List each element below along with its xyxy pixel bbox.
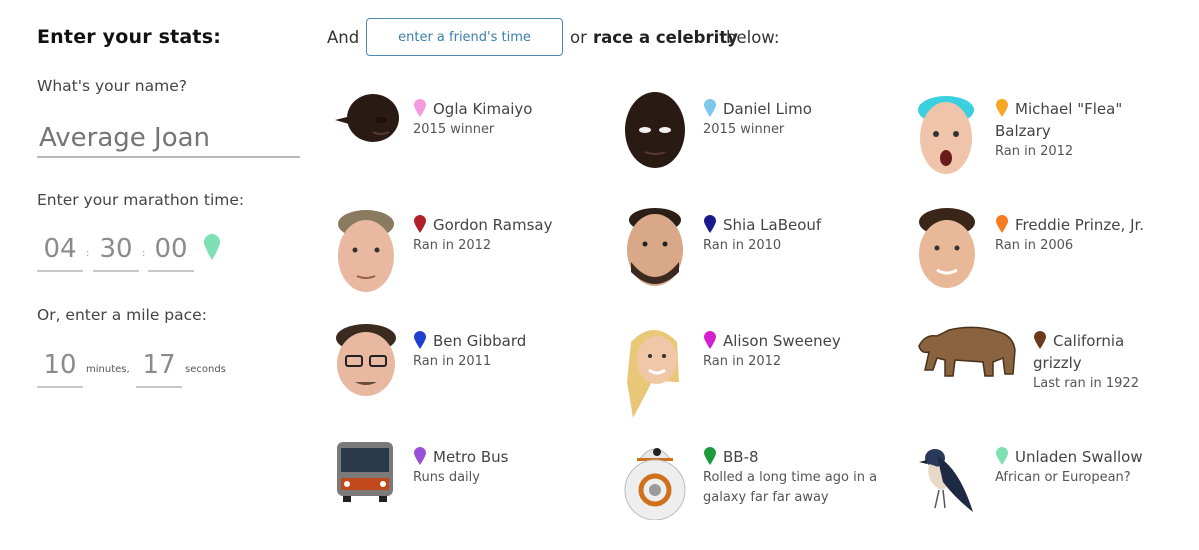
celebrity-subtitle: Ran in 2011 xyxy=(413,354,492,369)
pace-minutes-unit: minutes, xyxy=(86,364,130,375)
celebrity-name: Daniel Limo xyxy=(723,100,812,118)
map-pin-icon xyxy=(414,99,426,117)
celebrity-card-michael-flea-balzary[interactable]: Michael "Flea" Balzary Ran in 2012 xyxy=(915,90,1185,190)
map-pin-icon xyxy=(996,447,1008,465)
map-pin-icon xyxy=(414,215,426,233)
enter-friend-time-button[interactable]: enter a friend's time xyxy=(366,18,563,56)
celebrity-card-freddie-prinze-jr[interactable]: Freddie Prinze, Jr. Ran in 2006 xyxy=(915,206,1185,306)
celebrity-name: Ogla Kimaiyo xyxy=(433,100,533,118)
celebrity-card-ogla-kimaiyo[interactable]: Ogla Kimaiyo 2015 winner xyxy=(333,90,603,190)
celebrity-card-daniel-limo[interactable]: Daniel Limo 2015 winner xyxy=(623,90,893,190)
seconds-input[interactable]: 00 xyxy=(148,234,194,272)
celebrity-card-shia-labeouf[interactable]: Shia LaBeouf Ran in 2010 xyxy=(623,206,893,306)
celebrity-face-icon xyxy=(919,208,975,288)
bus-icon xyxy=(337,442,393,502)
celebrity-name: BB-8 xyxy=(723,448,759,466)
map-pin-icon xyxy=(996,215,1008,233)
runner-face-icon xyxy=(335,94,399,142)
map-pin-icon xyxy=(414,331,426,349)
celebrity-subtitle: Ran in 2012 xyxy=(995,144,1074,159)
celebrity-name: Shia LaBeouf xyxy=(723,216,822,234)
celebrity-card-unladen-swallow[interactable]: Unladen Swallow African or European? xyxy=(915,438,1185,538)
hours-input[interactable]: 04 xyxy=(37,234,83,272)
celebrity-subtitle: Ran in 2012 xyxy=(703,354,782,369)
map-pin-icon xyxy=(704,215,716,233)
celebrity-subtitle: Rolled a long time ago in a galaxy far f… xyxy=(703,470,878,505)
celebrity-name: Ben Gibbard xyxy=(433,332,527,350)
celebrity-name: Gordon Ramsay xyxy=(433,216,553,234)
celebrity-name: Unladen Swallow xyxy=(1015,448,1143,466)
stats-title: Enter your stats: xyxy=(37,26,222,48)
celebrity-name: Michael "Flea" Balzary xyxy=(995,100,1123,140)
celebrity-subtitle: African or European? xyxy=(995,470,1131,485)
celebrity-name: Freddie Prinze, Jr. xyxy=(1015,216,1145,234)
pace-minutes-input[interactable]: 10 xyxy=(37,350,83,388)
pace-seconds-unit: seconds xyxy=(185,364,226,375)
swallow-bird-icon xyxy=(919,449,973,512)
or-text: or xyxy=(570,28,587,47)
minutes-input[interactable]: 30 xyxy=(93,234,139,272)
marathon-time-label: Enter your marathon time: xyxy=(37,191,245,209)
grizzly-bear-icon xyxy=(918,326,1016,377)
runner-face-icon xyxy=(625,92,685,168)
celebrity-name: Metro Bus xyxy=(433,448,509,466)
celebrity-card-gordon-ramsay[interactable]: Gordon Ramsay Ran in 2012 xyxy=(333,206,603,306)
time-colon: : xyxy=(142,248,146,259)
map-pin-icon xyxy=(704,331,716,349)
name-label: What's your name? xyxy=(37,77,187,95)
name-input[interactable] xyxy=(37,120,300,158)
below-text: below: xyxy=(726,28,780,47)
celebrity-card-bb-8[interactable]: BB-8 Rolled a long time ago in a galaxy … xyxy=(623,438,893,538)
celebrity-subtitle: Ran in 2006 xyxy=(995,238,1074,253)
map-pin-icon xyxy=(204,234,220,260)
celebrity-subtitle: 2015 winner xyxy=(703,122,785,137)
celebrity-card-ben-gibbard[interactable]: Ben Gibbard Ran in 2011 xyxy=(333,322,603,422)
time-colon: : xyxy=(86,248,90,259)
celebrity-card-metro-bus[interactable]: Metro Bus Runs daily xyxy=(333,438,603,538)
celebrity-face-icon xyxy=(336,324,396,396)
map-pin-icon xyxy=(414,447,426,465)
celebrity-face-icon xyxy=(627,208,683,286)
race-celebrity-text: race a celebrity xyxy=(593,28,738,47)
celebrity-card-california-grizzly[interactable]: California grizzly Last ran in 1922 xyxy=(915,322,1185,422)
celebrity-subtitle: Ran in 2010 xyxy=(703,238,782,253)
celebrity-subtitle: Ran in 2012 xyxy=(413,238,492,253)
celebrity-subtitle: Runs daily xyxy=(413,470,480,485)
celebrity-card-alison-sweeney[interactable]: Alison Sweeney Ran in 2012 xyxy=(623,322,893,422)
pace-seconds-input[interactable]: 17 xyxy=(136,350,182,388)
map-pin-icon xyxy=(704,99,716,117)
celebrity-face-icon xyxy=(338,210,394,292)
celebrity-name: Alison Sweeney xyxy=(723,332,841,350)
map-pin-icon xyxy=(704,447,716,465)
celebrity-subtitle: Last ran in 1922 xyxy=(1033,376,1139,391)
celebrity-face-icon xyxy=(918,96,974,174)
celebrity-name: California grizzly xyxy=(1033,332,1125,372)
celebrity-subtitle: 2015 winner xyxy=(413,122,495,137)
mile-pace-label: Or, enter a mile pace: xyxy=(37,306,207,324)
and-text: And xyxy=(327,28,360,47)
bb8-droid-icon xyxy=(624,448,686,520)
celebrity-face-icon xyxy=(627,330,679,418)
